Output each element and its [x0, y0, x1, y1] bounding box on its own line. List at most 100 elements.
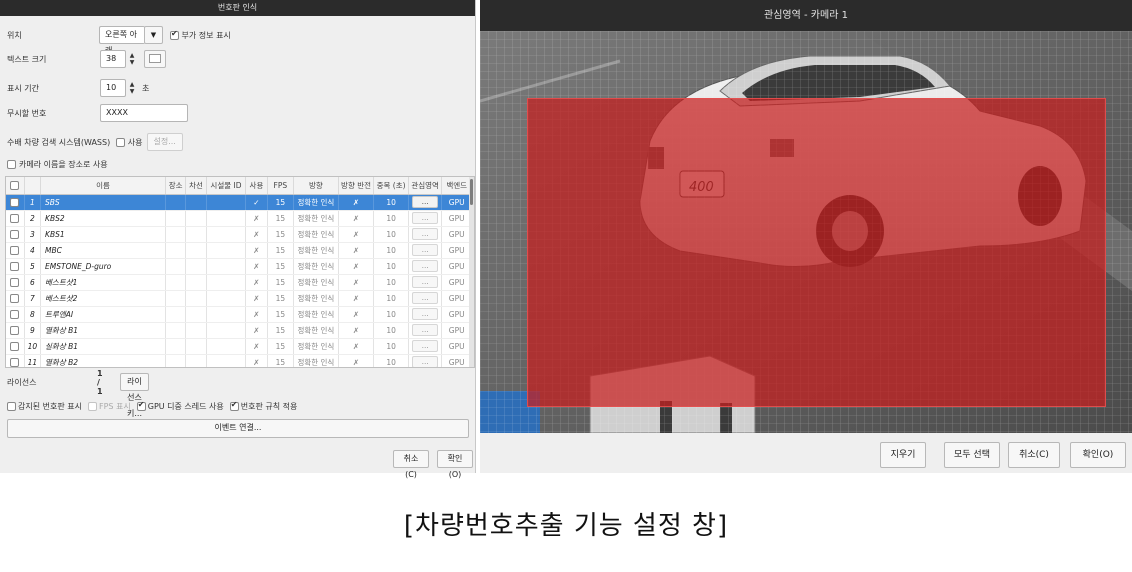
row-checkbox[interactable]	[10, 357, 20, 367]
backend-cell[interactable]: GPU	[441, 242, 472, 259]
row-check-cell[interactable]	[6, 194, 25, 211]
column-header[interactable]: FPS	[267, 177, 295, 195]
backend-cell[interactable]: GPU	[441, 322, 472, 339]
direction-cell[interactable]: 정확한 인식	[293, 226, 339, 243]
reverse-cell[interactable]: ✗	[338, 194, 375, 211]
use-cell[interactable]: ✗	[245, 306, 268, 323]
roi-edit-button[interactable]: ...	[412, 228, 439, 240]
roi-edit-button[interactable]: ...	[412, 244, 439, 256]
position-dropdown-arrow[interactable]: ▼	[144, 26, 163, 44]
lane-cell[interactable]	[185, 242, 207, 259]
direction-cell[interactable]: 정확한 인식	[293, 274, 339, 291]
table-scrollbar[interactable]	[469, 177, 474, 367]
duplicate-cell[interactable]: 10	[373, 338, 409, 355]
location-cell[interactable]	[165, 210, 187, 227]
table-row[interactable]: 3 KBS1 ✗ 15 정확한 인식 ✗ 10... GPU	[6, 226, 472, 243]
lane-cell[interactable]	[185, 226, 207, 243]
column-header[interactable]: 관심영역	[408, 177, 443, 195]
backend-cell[interactable]: GPU	[441, 338, 472, 355]
backend-cell[interactable]: GPU	[441, 354, 472, 367]
reverse-cell[interactable]: ✗	[338, 258, 375, 275]
table-row[interactable]: 5 EMSTONE_D-guro ✗ 15 정확한 인식 ✗ 10... GPU	[6, 258, 472, 275]
use-cell[interactable]: ✗	[245, 354, 268, 367]
option-checkbox[interactable]	[136, 400, 146, 411]
row-check-cell[interactable]	[6, 226, 25, 243]
fps-cell[interactable]: 15	[267, 306, 295, 323]
lane-cell[interactable]	[185, 274, 207, 291]
backend-cell[interactable]: GPU	[441, 194, 472, 211]
text-size-input[interactable]: 38	[100, 50, 126, 68]
option-checkbox[interactable]	[7, 401, 16, 411]
row-checkbox[interactable]	[10, 213, 20, 223]
row-checkbox[interactable]	[10, 309, 20, 319]
table-row[interactable]: 8 트루엔AI ✗ 15 정확한 인식 ✗ 10... GPU	[6, 306, 472, 323]
facility-id-cell[interactable]	[206, 354, 247, 367]
use-cell[interactable]: ✗	[245, 290, 268, 307]
location-cell[interactable]	[165, 226, 187, 243]
lane-cell[interactable]	[185, 194, 207, 211]
row-check-cell[interactable]	[6, 290, 25, 307]
lane-cell[interactable]	[185, 354, 207, 367]
backend-cell[interactable]: GPU	[441, 258, 472, 275]
table-row[interactable]: 6 베스트샷1 ✗ 15 정확한 인식 ✗ 10... GPU	[6, 274, 472, 291]
use-cell[interactable]: ✗	[245, 338, 268, 355]
row-checkbox[interactable]	[10, 325, 20, 335]
roi-edit-button[interactable]: ...	[412, 212, 439, 224]
reverse-cell[interactable]: ✗	[338, 242, 375, 259]
extra-info-option[interactable]: 부가 정보 표시	[170, 29, 231, 41]
location-cell[interactable]	[165, 242, 187, 259]
duplicate-cell[interactable]: 10	[373, 306, 409, 323]
facility-id-cell[interactable]	[206, 306, 247, 323]
roi-edit-button[interactable]: ...	[412, 308, 439, 320]
position-select[interactable]: 오른쪽 아래	[99, 26, 145, 55]
fps-cell[interactable]: 15	[267, 226, 295, 243]
column-header[interactable]: 이름	[40, 177, 167, 195]
location-cell[interactable]	[165, 306, 187, 323]
facility-id-cell[interactable]	[206, 226, 247, 243]
fps-cell[interactable]: 15	[267, 258, 295, 275]
column-header[interactable]: 백엔드	[441, 177, 472, 195]
option-item[interactable]: 감지된 번호판 표시	[7, 401, 82, 412]
fps-cell[interactable]: 15	[267, 242, 295, 259]
location-cell[interactable]	[165, 322, 187, 339]
reverse-cell[interactable]: ✗	[338, 274, 375, 291]
column-header[interactable]	[6, 177, 25, 195]
direction-cell[interactable]: 정확한 인식	[293, 290, 339, 307]
duplicate-cell[interactable]: 10	[373, 210, 409, 227]
fps-cell[interactable]: 15	[267, 290, 295, 307]
facility-id-cell[interactable]	[206, 258, 247, 275]
fps-cell[interactable]: 15	[267, 274, 295, 291]
facility-id-cell[interactable]	[206, 290, 247, 307]
lane-cell[interactable]	[185, 338, 207, 355]
column-header[interactable]: 사용	[245, 177, 268, 195]
extra-info-checkbox[interactable]	[170, 29, 179, 40]
direction-cell[interactable]: 정확한 인식	[293, 242, 339, 259]
row-checkbox[interactable]	[10, 293, 20, 303]
facility-id-cell[interactable]	[206, 194, 247, 211]
use-cell[interactable]: ✓	[245, 194, 268, 211]
row-check-cell[interactable]	[6, 354, 25, 367]
use-cell[interactable]: ✗	[245, 210, 268, 227]
reverse-cell[interactable]: ✗	[338, 306, 375, 323]
table-scrollbar-thumb[interactable]	[470, 179, 473, 205]
camera-view[interactable]: 400	[480, 31, 1132, 433]
row-checkbox[interactable]	[10, 341, 20, 351]
backend-cell[interactable]: GPU	[441, 226, 472, 243]
column-header[interactable]: 시설물 ID	[206, 177, 247, 195]
column-header[interactable]: 방향 반전	[338, 177, 375, 195]
cancel-button[interactable]: 취소(C)	[393, 450, 429, 479]
option-checkbox[interactable]	[87, 401, 97, 411]
select-all-rows-checkbox[interactable]	[10, 181, 20, 190]
duplicate-cell[interactable]: 10	[373, 274, 409, 291]
duplicate-cell[interactable]: 10	[373, 226, 409, 243]
direction-cell[interactable]: 정확한 인식	[293, 306, 339, 323]
column-header[interactable]: 차선	[185, 177, 207, 195]
roi-edit-button[interactable]: ...	[412, 340, 439, 352]
camera-name-row[interactable]: 카메라 이름을 장소로 사용	[7, 155, 108, 173]
row-checkbox[interactable]	[10, 277, 20, 287]
ok-button[interactable]: 확인(O)	[437, 450, 473, 479]
row-checkbox[interactable]	[10, 229, 20, 239]
table-row[interactable]: 4 MBC ✗ 15 정확한 인식 ✗ 10... GPU	[6, 242, 472, 259]
duplicate-cell[interactable]: 10	[373, 354, 409, 367]
table-row[interactable]: 10 실화상 B1 ✗ 15 정확한 인식 ✗ 10... GPU	[6, 338, 472, 355]
